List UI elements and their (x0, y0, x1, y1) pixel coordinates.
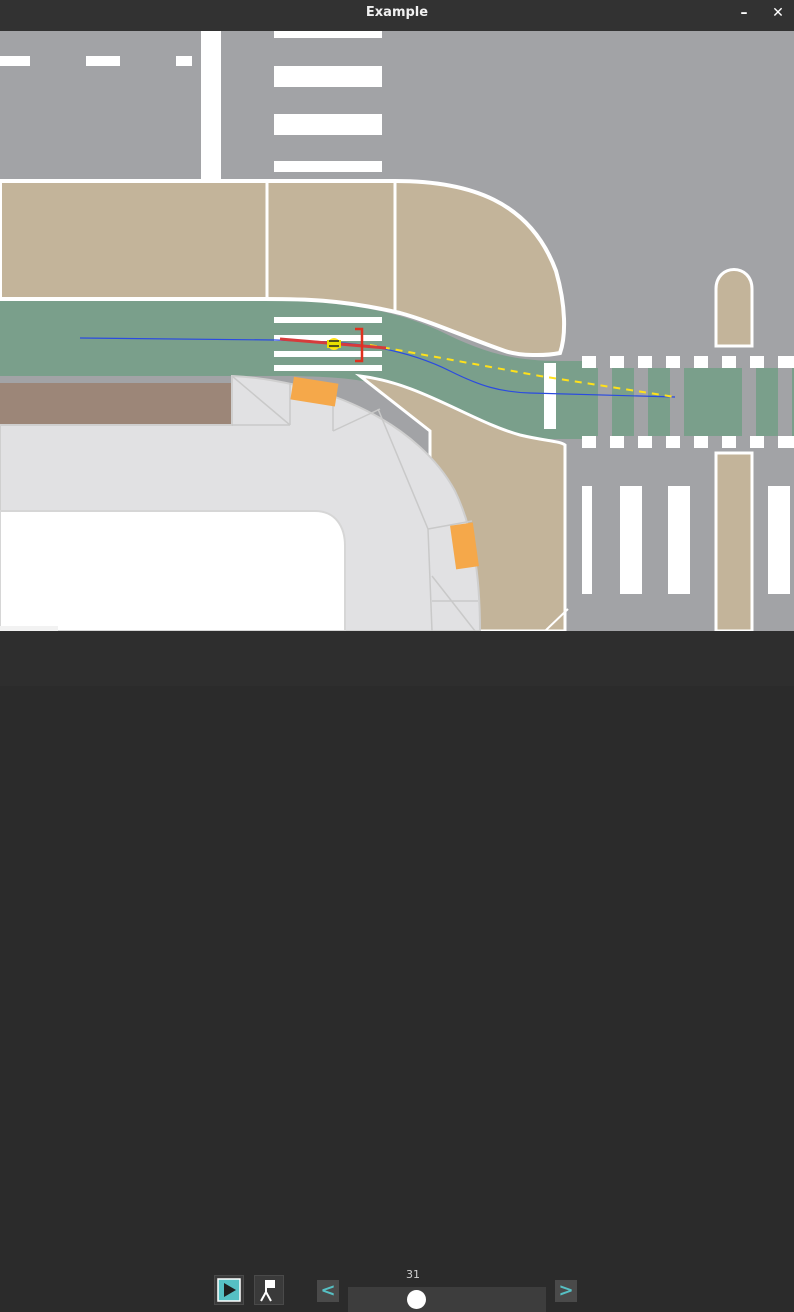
camera-follow-icon (260, 1280, 275, 1302)
play-button[interactable] (214, 1275, 244, 1305)
lane-dash (86, 56, 120, 66)
map-canvas (0, 31, 794, 631)
stop-line (201, 31, 221, 181)
minimize-button[interactable]: – (733, 4, 755, 22)
timeline-slider[interactable] (348, 1287, 546, 1312)
simulation-viewport[interactable] (0, 31, 794, 631)
lane-dash (0, 56, 30, 66)
lane-dash (176, 56, 192, 66)
frame-number: 31 (406, 1268, 420, 1281)
camera-follow-button[interactable] (254, 1275, 284, 1305)
previous-frame-button[interactable]: < (317, 1280, 339, 1302)
brown-strip (0, 383, 232, 425)
playback-toolbar: < 31 > (0, 631, 794, 1312)
title-bar: Example – ✕ (0, 0, 794, 31)
building-block (0, 510, 346, 631)
next-frame-button[interactable]: > (555, 1280, 577, 1302)
slider-thumb[interactable] (407, 1290, 426, 1309)
close-button[interactable]: ✕ (767, 4, 789, 22)
play-icon (217, 1278, 241, 1302)
median-island-bottom (714, 451, 754, 631)
median-island-top (714, 268, 754, 348)
window-title: Example (365, 5, 429, 20)
